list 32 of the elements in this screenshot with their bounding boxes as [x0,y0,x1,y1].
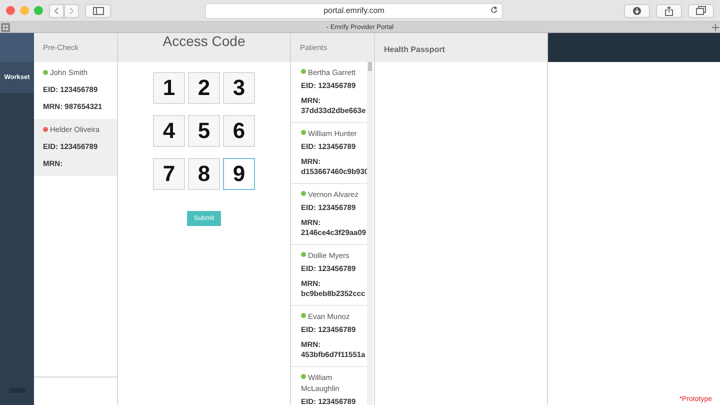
scrollbar-thumb[interactable] [368,62,372,71]
digit-field[interactable]: 8 [188,158,220,190]
digit-field[interactable]: 6 [223,115,255,147]
back-button[interactable] [49,4,64,18]
sidebar-button[interactable] [85,4,111,18]
share-button[interactable] [656,4,682,18]
digit-field[interactable]: 4 [153,115,185,147]
digit-field[interactable]: 7 [153,158,185,190]
chevron-right-icon [69,6,74,14]
grid-icon[interactable] [0,22,10,32]
close-button[interactable] [6,6,15,15]
minimize-button[interactable] [20,6,29,15]
plus-icon[interactable] [712,24,718,30]
sidebar-header [0,33,34,62]
tabs-button[interactable] [688,4,714,18]
share-icon [665,6,673,16]
digit-field[interactable]: 1 [153,72,185,104]
digit-field[interactable]: 9 [223,158,255,190]
digit-field[interactable]: 5 [188,115,220,147]
download-icon [633,6,641,14]
access-code-title: Access Code [162,33,246,49]
panel-title: Health Passport [384,45,445,54]
address-field[interactable]: portal.emrify.com [205,2,503,18]
chevron-left-icon [54,6,59,14]
reload-icon[interactable] [490,6,498,14]
forward-button[interactable] [64,4,79,18]
zoom-button[interactable] [34,6,43,15]
sidebar-icon [92,6,104,14]
tabs-icon [696,6,706,15]
download-button[interactable] [624,4,650,18]
digit-field[interactable]: 3 [223,72,255,104]
digit-field[interactable]: 2 [188,72,220,104]
